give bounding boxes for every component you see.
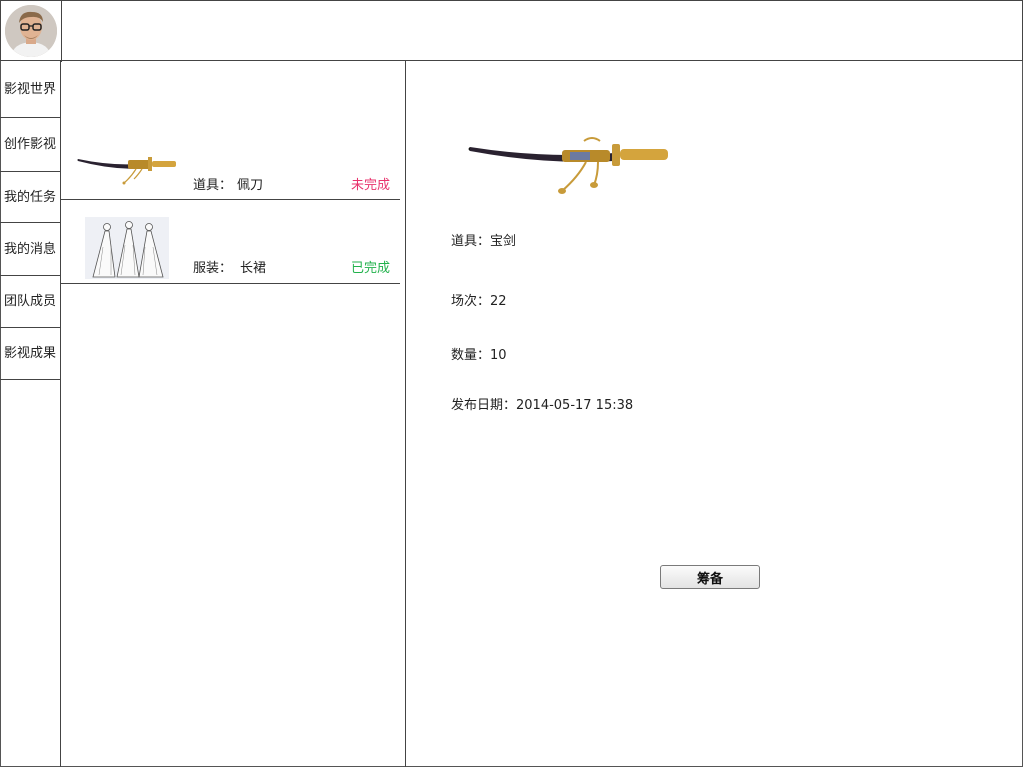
detail-scene: 场次：22 (451, 294, 507, 309)
sword-image (76, 149, 178, 188)
avatar-cell (1, 1, 62, 62)
sidebar-item-my-messages[interactable]: 我的消息 (0, 223, 60, 276)
sidebar-item-my-tasks[interactable]: 我的任务 (0, 172, 60, 223)
task-name-label: 佩刀 (237, 178, 264, 193)
sidebar-item-create-film[interactable]: 创作影视 (0, 118, 60, 172)
prepare-button[interactable]: 筹备 (660, 565, 760, 589)
detail-publish-date: 发布日期：2014-05-17 15:38 (451, 398, 634, 413)
sidebar: 影视世界 创作影视 我的任务 我的消息 团队成员 影视成果 (0, 61, 61, 767)
status-badge: 未完成 (350, 178, 390, 193)
detail-prop: 道具：宝剑 (451, 234, 517, 249)
task-row[interactable]: 服装： 长裙 已完成 (61, 200, 400, 284)
sword-image (466, 133, 672, 200)
task-type-label: 道具： (193, 178, 233, 193)
task-detail-panel: 道具：宝剑 场次：22 数量：10 发布日期：2014-05-17 15:38 … (406, 61, 1023, 767)
sidebar-item-team-members[interactable]: 团队成员 (0, 276, 60, 328)
detail-quantity: 数量：10 (451, 348, 507, 363)
task-row[interactable]: 道具： 佩刀 未完成 (61, 61, 400, 200)
task-list-panel: 道具： 佩刀 未完成 服装： 长裙 已完成 (61, 61, 406, 767)
dress-sketch-image (85, 217, 169, 279)
status-badge: 已完成 (350, 261, 390, 276)
task-type-label: 服装： (193, 261, 233, 276)
sidebar-item-film-world[interactable]: 影视世界 (0, 61, 60, 118)
task-name-label: 长裙 (240, 261, 267, 276)
sidebar-item-film-results[interactable]: 影视成果 (0, 328, 60, 380)
top-header (0, 0, 1023, 62)
avatar[interactable] (5, 5, 57, 57)
